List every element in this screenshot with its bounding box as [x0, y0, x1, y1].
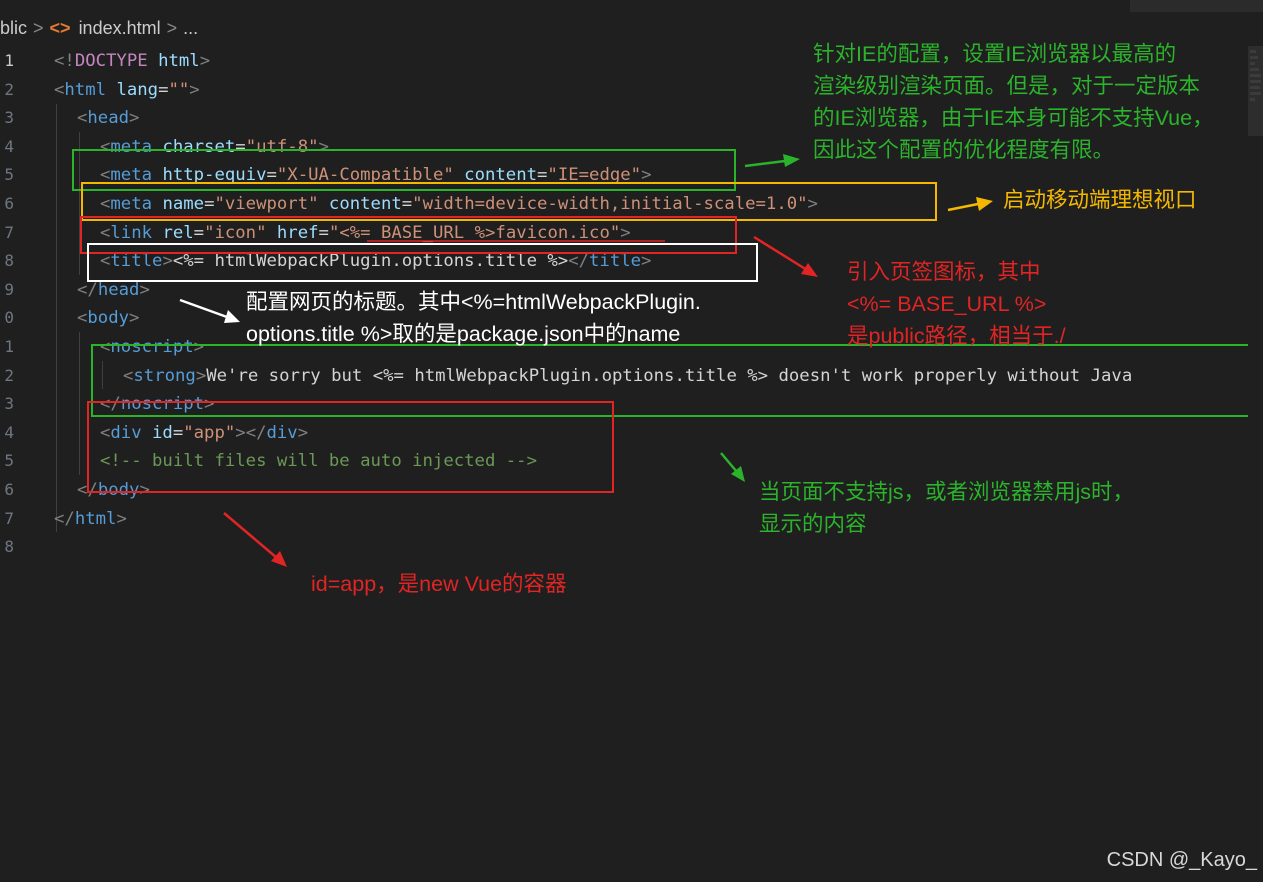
- favicon-note-line: 引入页签图标，其中: [847, 260, 1041, 284]
- breadcrumb-separator-2: >: [166, 18, 178, 38]
- code-token: DOCTYPE: [74, 51, 148, 71]
- code-token: >: [129, 308, 140, 329]
- code-token: body: [87, 308, 130, 329]
- line-number: 1: [4, 51, 14, 70]
- code-line[interactable]: <!DOCTYPE html>: [54, 47, 210, 76]
- code-line[interactable]: <html lang="">: [54, 76, 200, 105]
- watermark: CSDN @_Kayo_: [1106, 849, 1257, 871]
- minimap-line: [1250, 98, 1255, 101]
- line-number: 3: [4, 394, 14, 414]
- code-token: <: [77, 308, 88, 329]
- minimap[interactable]: [1248, 46, 1263, 882]
- minimap-line: [1250, 92, 1261, 95]
- line-number: 5: [4, 165, 14, 185]
- code-token: >: [139, 279, 150, 300]
- favicon-note-line: <%= BASE_URL %>: [847, 292, 1047, 316]
- ie-config-note-line: 因此这个配置的优化程度有限。: [813, 138, 1115, 162]
- green-arrow-icon: [720, 452, 745, 482]
- code-token: >: [199, 51, 211, 71]
- noscript-note-line: 显示的内容: [759, 512, 867, 536]
- code-token: <: [77, 108, 88, 129]
- line-number: 4: [4, 422, 14, 442]
- title-note: 配置网页的标题。其中<%=htmlWebpackPlugin. options.…: [246, 286, 701, 350]
- red-arrow-icon: [753, 235, 818, 277]
- line-number: 2: [4, 79, 14, 99]
- code-token: <!: [54, 51, 75, 71]
- code-token: head: [97, 279, 140, 300]
- breadcrumb-separator: >: [33, 18, 44, 38]
- code-token: head: [87, 108, 130, 129]
- code-token: >: [116, 508, 127, 529]
- minimap-line: [1250, 62, 1255, 65]
- line-number: 0: [4, 308, 14, 328]
- code-token: </: [77, 279, 98, 300]
- breadcrumb-folder[interactable]: blic: [0, 18, 27, 38]
- minimap-line: [1250, 74, 1261, 77]
- line-number: 6: [4, 480, 14, 499]
- app-container-box: [87, 401, 614, 493]
- line-number: 9: [4, 279, 14, 299]
- code-token: html: [64, 79, 107, 100]
- ie-config-note-line: 渲染级别渲染页面。但是，对于一定版本: [813, 74, 1201, 98]
- code-token: =: [158, 79, 169, 100]
- minimap-line: [1250, 86, 1260, 89]
- red-arrow-icon: [223, 512, 287, 567]
- line-number: 2: [4, 365, 14, 385]
- code-token: >: [129, 108, 140, 129]
- favicon-note: 引入页签图标，其中 <%= BASE_URL %> 是public路径，相当于.…: [847, 256, 1066, 352]
- code-token: lang: [116, 79, 159, 100]
- breadcrumb-more[interactable]: ...: [183, 18, 198, 38]
- line-number: 3: [4, 108, 14, 128]
- title-box: [87, 243, 758, 282]
- code-token: >: [189, 79, 200, 100]
- breadcrumb-file[interactable]: index.html: [79, 18, 161, 38]
- noscript-note-line: 当页面不支持js，或者浏览器禁用js时，: [759, 480, 1135, 504]
- indent-guide: [56, 104, 57, 532]
- line-number: 7: [4, 508, 14, 528]
- line-number: 1: [4, 337, 14, 356]
- html-file-icon: <>: [49, 18, 71, 38]
- code-token: html: [74, 508, 117, 529]
- line-number: 7: [4, 222, 14, 242]
- line-number: 5: [4, 451, 14, 471]
- code-token: html: [158, 51, 200, 71]
- white-arrow-icon: [179, 298, 240, 323]
- app-note: id=app，是new Vue的容器: [311, 572, 567, 596]
- ie-config-note: 针对IE的配置，设置IE浏览器以最高的 渲染级别渲染页面。但是，对于一定版本 的…: [813, 38, 1214, 166]
- line-number: 4: [4, 136, 14, 156]
- title-note-line: options.title %>取的是package.json中的name: [246, 322, 681, 346]
- minimap-viewport[interactable]: [1248, 46, 1263, 136]
- green-arrow-icon: [744, 154, 800, 168]
- ie-config-note-line: 针对IE的配置，设置IE浏览器以最高的: [813, 42, 1177, 66]
- line-number: 8: [4, 537, 14, 557]
- ie-config-note-line: 的IE浏览器，由于IE本身可能不支持Vue，: [813, 106, 1214, 130]
- indent-guide: [79, 332, 80, 475]
- code-line[interactable]: <body>: [77, 304, 139, 333]
- noscript-note: 当页面不支持js，或者浏览器禁用js时， 显示的内容: [759, 476, 1134, 540]
- code-token: "": [168, 79, 190, 100]
- minimap-line: [1250, 80, 1261, 83]
- minimap-line: [1250, 50, 1256, 53]
- viewport-note: 启动移动端理想视口: [1003, 188, 1197, 212]
- minimap-line: [1250, 56, 1258, 59]
- code-line[interactable]: <head>: [77, 104, 139, 133]
- favicon-note-line: 是public路径，相当于./: [847, 324, 1066, 348]
- code-token: <: [54, 79, 65, 100]
- line-number: 8: [4, 251, 14, 271]
- line-number: 6: [4, 194, 14, 213]
- yellow-arrow-icon: [947, 197, 993, 212]
- breadcrumb: blic > <> index.html >...: [0, 18, 198, 39]
- minimap-line: [1250, 68, 1259, 71]
- title-note-line: 配置网页的标题。其中<%=htmlWebpackPlugin.: [246, 290, 701, 314]
- code-token: </: [54, 508, 75, 529]
- code-line[interactable]: </html>: [54, 505, 127, 534]
